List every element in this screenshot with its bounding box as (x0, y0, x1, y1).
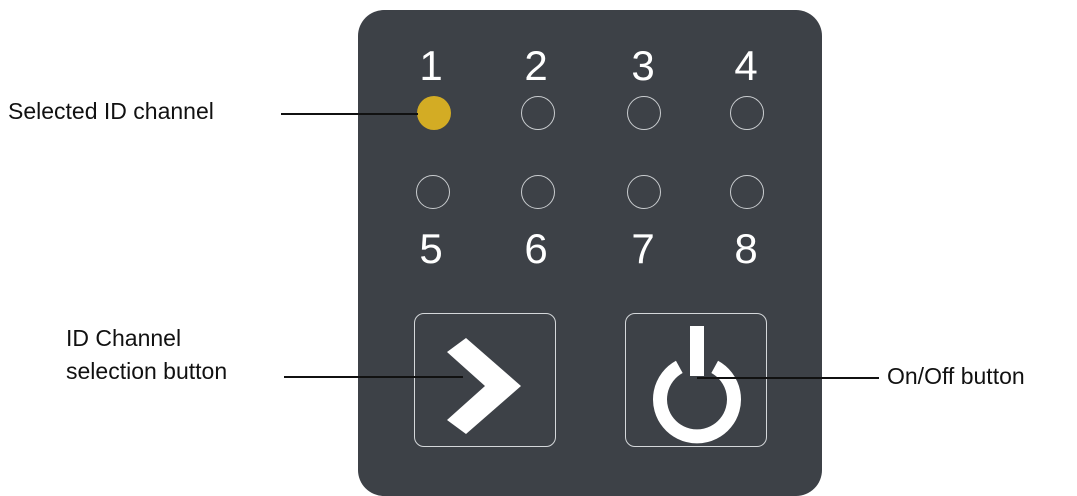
channel-led-2 (521, 96, 555, 130)
channel-led-7 (627, 175, 661, 209)
channel-number-3: 3 (631, 42, 655, 89)
channel-led-8 (730, 175, 764, 209)
channel-led-3 (627, 96, 661, 130)
selected-channel-callout: Selected ID channel (8, 98, 214, 124)
on-off-button-callout: On/Off button (887, 363, 1025, 389)
channel-number-8: 8 (734, 225, 758, 272)
on-off-button[interactable] (625, 313, 767, 447)
on-off-button-leader-line (697, 377, 879, 379)
channel-number-7: 7 (631, 225, 655, 272)
channel-number-1: 1 (419, 42, 443, 89)
channel-led-6 (521, 175, 555, 209)
control-panel: 1 2 3 4 5 6 7 8 (358, 10, 822, 496)
power-icon (653, 326, 741, 444)
selection-button-callout-line1: ID Channel (66, 325, 182, 351)
channel-number-5: 5 (419, 225, 443, 272)
channel-number-4: 4 (734, 42, 758, 89)
channel-number-6: 6 (524, 225, 548, 272)
channel-led-4 (730, 96, 764, 130)
channel-led-5 (416, 175, 450, 209)
selected-channel-leader-line (281, 113, 418, 115)
chevron-right-icon (447, 338, 521, 434)
channel-number-2: 2 (524, 42, 548, 89)
selection-button-leader-line (284, 376, 463, 378)
selection-button-callout-line2: selection button (66, 358, 228, 384)
id-channel-selection-button[interactable] (414, 313, 556, 447)
channel-led-1-selected (417, 96, 451, 130)
